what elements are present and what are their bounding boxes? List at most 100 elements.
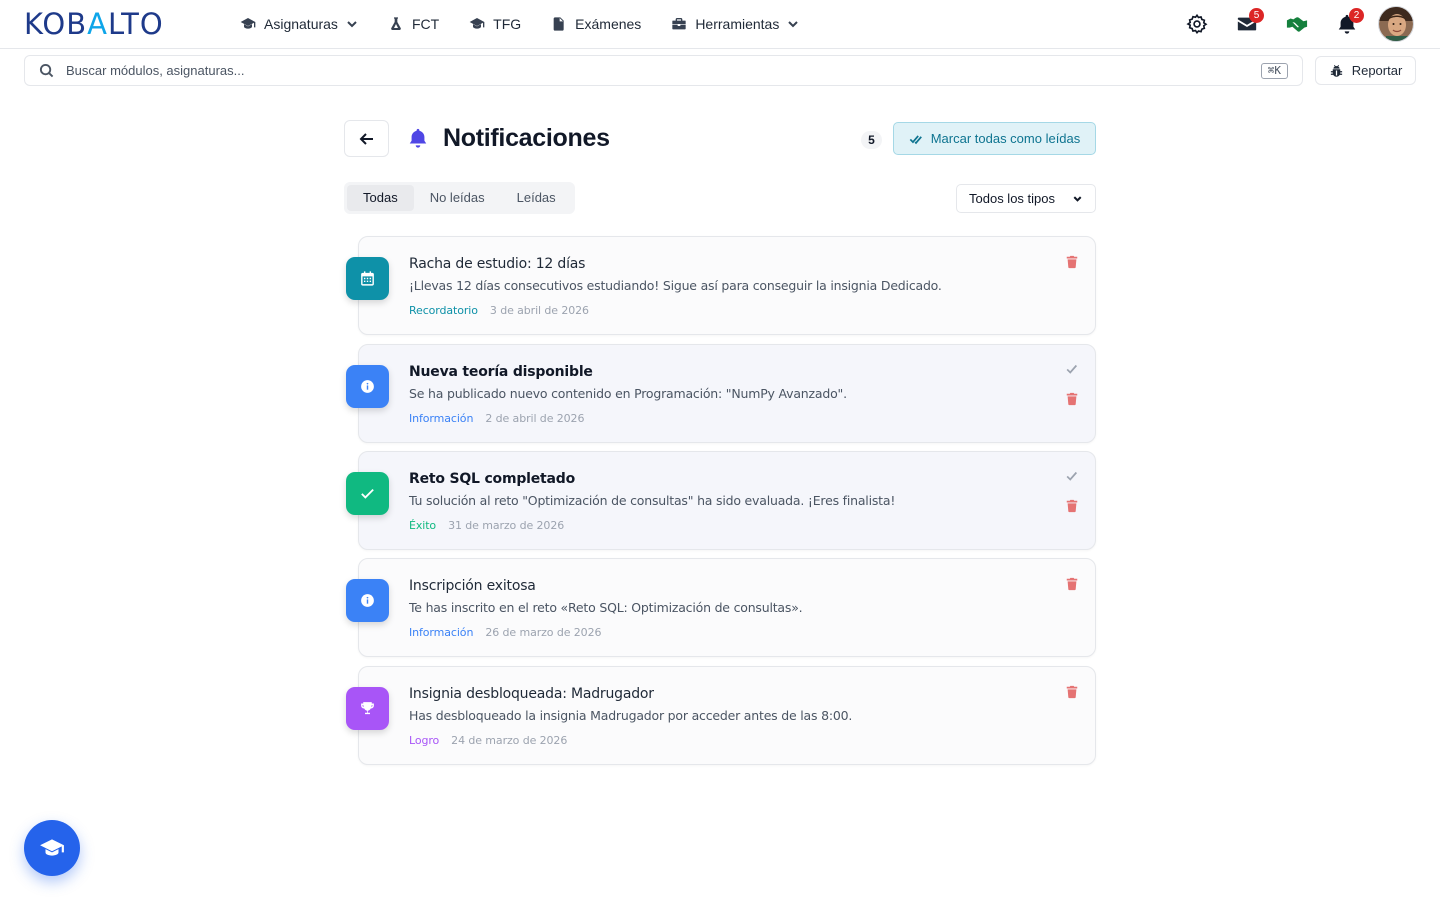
search-input[interactable] [66,63,1261,78]
notification-meta: Éxito 31 de marzo de 2026 [409,519,564,532]
filter-tabs: Todas No leídas Leídas [344,182,575,214]
notifications-button[interactable]: 2 [1322,4,1372,44]
notification-title: Racha de estudio: 12 días [409,256,586,272]
shortcut-hint: ⌘K [1260,62,1288,79]
tab-leidas[interactable]: Leídas [501,185,572,211]
mark-read-button[interactable] [1065,362,1081,378]
nav-label: TFG [493,16,522,32]
notification-date: 31 de marzo de 2026 [448,519,565,532]
notification-message: Has desbloqueado la insignia Madrugador … [409,708,853,723]
notification-type-badge [346,579,389,622]
file-icon [553,17,564,31]
notification-count: 5 [861,131,882,149]
mark-all-read-button[interactable]: Marcar todas como leídas [893,122,1096,155]
trash-icon [1066,392,1078,406]
messages-badge: 5 [1249,8,1264,23]
notification-meta: Información 2 de abril de 2026 [409,412,584,425]
type-filter-select[interactable]: Todos los tipos [956,184,1096,213]
top-navbar: KOBALTO Asignaturas FCT TFG Exámenes Her… [0,0,1440,49]
search-icon [39,63,54,78]
notification-date: 3 de abril de 2026 [489,304,589,317]
gear-icon [1186,13,1208,35]
notification-message: ¡Llevas 12 días consecutivos estudiando!… [409,278,942,293]
arrow-left-icon [359,132,373,145]
notification-title: Reto SQL completado [409,471,576,487]
messages-button[interactable]: 5 [1222,4,1272,44]
nav-item-fct[interactable]: FCT [388,16,439,32]
nav-label: Asignaturas [264,16,338,32]
notification-type: Información [409,412,474,425]
notification-type: Recordatorio [409,304,478,317]
check-icon [361,488,374,499]
tab-todas[interactable]: Todas [347,185,414,211]
trophy-icon [361,702,374,715]
main-nav: Asignaturas FCT TFG Exámenes Herramienta… [240,0,829,48]
nav-label: Exámenes [575,16,642,32]
notification-title: Inscripción exitosa [409,578,536,594]
search-bar[interactable]: ⌘K [24,55,1303,86]
notification-item[interactable]: Racha de estudio: 12 días ¡Llevas 12 día… [346,236,1096,335]
nav-item-examenes[interactable]: Exámenes [551,16,641,32]
toolbox-icon [672,18,686,30]
delete-button[interactable] [1065,577,1081,593]
mark-all-read-label: Marcar todas como leídas [930,131,1081,146]
assistant-fab-button[interactable] [24,820,80,876]
notification-message: Se ha publicado nuevo contenido en Progr… [409,386,847,401]
nav-item-herramientas[interactable]: Herramientas [671,16,799,32]
trash-icon [1066,255,1078,269]
check-icon [1066,471,1078,481]
trash-icon [1066,577,1078,591]
notification-type-badge [346,472,389,515]
info-icon [361,380,374,393]
chevron-down-icon [788,21,799,28]
page-title: Notificaciones [443,124,610,152]
info-icon [361,594,374,607]
graduation-cap-icon [240,18,256,29]
chevron-down-icon [1073,196,1082,202]
mark-read-button[interactable] [1065,469,1081,485]
kobalto-logo[interactable]: KOBALTO [24,8,164,40]
notification-type-badge [346,257,389,300]
flask-icon [391,17,401,30]
bell-icon [409,128,427,148]
nav-actions: 5 2 [1172,4,1414,44]
notification-date: 24 de marzo de 2026 [451,734,568,747]
notification-title: Nueva teoría disponible [409,364,593,380]
notification-date: 26 de marzo de 2026 [485,626,602,639]
delete-button[interactable] [1065,685,1081,701]
notification-message: Tu solución al reto "Optimización de con… [409,493,896,508]
notification-type: Éxito [409,519,437,532]
trash-icon [1066,499,1078,513]
notification-type-badge [346,687,389,730]
back-button[interactable] [344,120,389,157]
settings-button[interactable] [1172,4,1222,44]
nav-item-asignaturas[interactable]: Asignaturas [240,16,358,32]
notification-type-badge [346,365,389,408]
user-avatar-icon [1379,7,1413,41]
delete-button[interactable] [1065,499,1081,515]
notification-meta: Información 26 de marzo de 2026 [409,626,601,639]
handshake-icon [1286,17,1308,32]
bug-icon [1330,64,1342,77]
calendar-icon [361,271,374,286]
check-icon [1066,364,1078,374]
notification-type: Logro [409,734,440,747]
notification-item[interactable]: Nueva teoría disponible Se ha publicado … [346,344,1096,443]
notification-meta: Logro 24 de marzo de 2026 [409,734,567,747]
double-check-icon [909,134,922,144]
trash-icon [1066,685,1078,699]
collaboration-button[interactable] [1272,4,1322,44]
delete-button[interactable] [1065,392,1081,408]
type-filter-value: Todos los tipos [969,191,1055,206]
notification-item[interactable]: Inscripción exitosa Te has inscrito en e… [346,558,1096,657]
nav-item-tfg[interactable]: TFG [469,16,521,32]
delete-button[interactable] [1065,255,1081,271]
avatar[interactable] [1378,6,1414,42]
report-label: Reportar [1351,63,1403,78]
report-button[interactable]: Reportar [1315,56,1416,85]
tab-no-leidas[interactable]: No leídas [414,185,501,211]
notification-item[interactable]: Reto SQL completado Tu solución al reto … [346,451,1096,550]
notification-message: Te has inscrito en el reto «Reto SQL: Op… [409,600,803,615]
graduation-cap-icon [40,839,64,856]
notification-item[interactable]: Insignia desbloqueada: Madrugador Has de… [346,666,1096,765]
